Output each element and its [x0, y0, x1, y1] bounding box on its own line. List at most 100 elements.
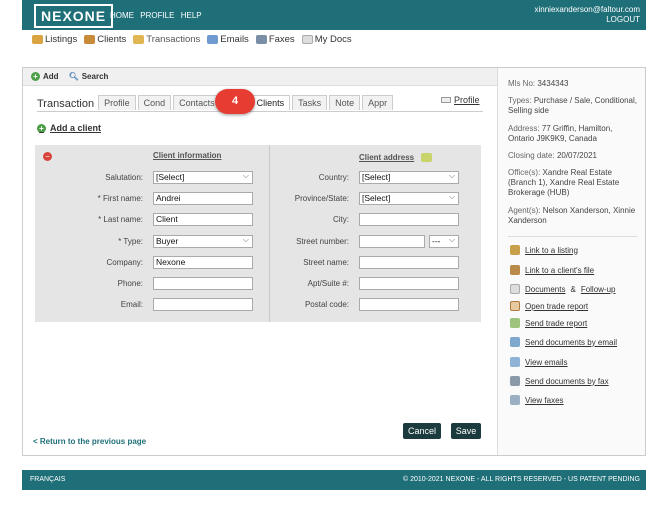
tab-clients[interactable]: Clients	[250, 95, 291, 110]
nav-faxes[interactable]: Faxes	[255, 34, 295, 45]
view-faxes-link[interactable]: View faxes	[510, 395, 564, 405]
link-to-client-file-label: Link to a client's file	[525, 265, 595, 275]
folder-icon	[133, 35, 145, 44]
nav-mydocs-label: My Docs	[314, 34, 352, 45]
agents-label: Agent(s):	[508, 206, 541, 215]
client-file-icon	[510, 265, 520, 275]
add-client-link[interactable]: + Add a client	[37, 123, 101, 133]
add-label: Add	[43, 72, 59, 81]
nav-home[interactable]: HOME	[110, 11, 134, 20]
apt-label: Apt/Suite #:	[307, 279, 349, 288]
company-field[interactable]: Nexone	[153, 256, 253, 269]
province-select[interactable]: [Select]	[359, 191, 459, 205]
search-label: Search	[81, 72, 109, 81]
street-name-label: Street name:	[303, 258, 349, 267]
city-field[interactable]	[359, 213, 459, 226]
profile-link[interactable]: Profile	[441, 95, 480, 105]
type-select[interactable]: Buyer	[153, 234, 253, 248]
address-info: Address: 77 Griffin, Hamilton, Ontario J…	[508, 124, 638, 144]
tab-contacts[interactable]: Contacts	[173, 95, 221, 110]
client-form: − Client information Client address Salu…	[35, 145, 481, 322]
tab-note[interactable]: Note	[329, 95, 361, 110]
documents-label: Documents	[525, 284, 566, 294]
country-select[interactable]: [Select]	[359, 170, 459, 184]
search-button[interactable]: 🔍︎ Search	[69, 72, 109, 81]
send-report-icon	[510, 318, 520, 328]
last-name-label: * Last name:	[98, 215, 143, 224]
nav-clients-label: Clients	[97, 34, 127, 45]
tab-divider	[37, 111, 483, 112]
closing-label: Closing date:	[508, 151, 555, 160]
card-icon	[441, 97, 451, 103]
email-label: Email:	[120, 300, 143, 309]
company-label: Company:	[106, 258, 143, 267]
view-emails-link[interactable]: View emails	[510, 357, 568, 367]
sidebar-divider	[508, 236, 638, 237]
postal-code-field[interactable]	[359, 298, 459, 311]
nav-clients[interactable]: Clients	[84, 34, 126, 45]
open-trade-report-label: Open trade report	[525, 301, 589, 311]
offices-info: Office(s): Xandre Real Estate (Branch 1)…	[508, 168, 638, 198]
toolbar: + Add 🔍︎ Search	[23, 68, 497, 86]
tab-cond[interactable]: Cond	[137, 95, 172, 110]
view-emails-icon	[510, 357, 520, 367]
salutation-label: Salutation:	[105, 173, 143, 182]
send-documents-email-link[interactable]: Send documents by email	[510, 337, 617, 347]
link-to-listing-label: Link to a listing	[525, 245, 578, 255]
form-divider	[269, 145, 270, 322]
nav-faxes-label: Faxes	[268, 34, 295, 45]
address-label: Address:	[508, 124, 540, 133]
first-name-field[interactable]: Andrei	[153, 192, 253, 205]
nav-mydocs[interactable]: My Docs	[301, 34, 352, 45]
ampersand: &	[570, 284, 576, 294]
offices-label: Office(s):	[508, 168, 541, 177]
logout-link[interactable]: LOGOUT	[534, 15, 640, 25]
nexone-logo[interactable]: NEXONE	[34, 4, 114, 28]
street-suffix-select[interactable]: ---	[429, 234, 459, 248]
street-number-field[interactable]	[359, 235, 425, 248]
postal-code-label: Postal code:	[304, 300, 349, 309]
email-field[interactable]	[153, 298, 253, 311]
nav-help[interactable]: HELP	[181, 11, 202, 20]
tab-profile[interactable]: Profile	[98, 95, 136, 110]
link-to-listing[interactable]: Link to a listing	[510, 245, 578, 255]
phone-label: Phone:	[117, 279, 143, 288]
fax-icon	[255, 35, 267, 44]
link-to-client-file[interactable]: Link to a client's file	[510, 265, 594, 275]
add-button[interactable]: + Add	[31, 72, 59, 81]
return-previous-link[interactable]: < Return to the previous page	[33, 437, 146, 446]
closing-value: 20/07/2021	[556, 151, 597, 160]
last-name-field[interactable]: Client	[153, 213, 253, 226]
open-trade-report-link[interactable]: Open trade report	[510, 301, 588, 311]
documents-followup-link[interactable]: Documents & Follow-up	[510, 284, 616, 294]
cancel-button[interactable]: Cancel	[403, 423, 441, 439]
apt-field[interactable]	[359, 277, 459, 290]
nav-transactions[interactable]: Transactions	[133, 34, 200, 45]
first-name-label: * First name:	[97, 194, 143, 203]
tab-appr[interactable]: Appr	[362, 95, 394, 110]
nav-profile[interactable]: PROFILE	[140, 11, 174, 20]
footer: FRANÇAIS © 2010-2021 NEXONE - ALL RIGHTS…	[22, 470, 646, 490]
email-docs-icon	[510, 337, 520, 347]
send-documents-fax-link[interactable]: Send documents by fax	[510, 376, 609, 386]
nav-listings[interactable]: Listings	[32, 34, 77, 45]
open-report-icon	[510, 301, 520, 311]
city-label: City:	[333, 215, 349, 224]
send-trade-report-link[interactable]: Send trade report	[510, 318, 587, 328]
tab-tasks[interactable]: Tasks	[292, 95, 328, 110]
map-arrow-icon	[421, 153, 432, 162]
envelope-icon	[207, 35, 219, 44]
nav-emails[interactable]: Emails	[207, 34, 249, 45]
people-icon	[84, 35, 96, 44]
remove-client-icon[interactable]: −	[43, 152, 52, 161]
language-link[interactable]: FRANÇAIS	[30, 476, 65, 483]
street-name-field[interactable]	[359, 256, 459, 269]
salutation-select[interactable]: [Select]	[153, 170, 253, 184]
top-nav: HOME PROFILE HELP	[110, 11, 206, 20]
phone-field[interactable]	[153, 277, 253, 290]
view-faxes-icon	[510, 395, 520, 405]
types-label: Types:	[508, 96, 532, 105]
main-nav: Listings Clients Transactions Emails Fax…	[32, 34, 352, 45]
save-button[interactable]: Save	[451, 423, 481, 439]
plus-icon: +	[37, 123, 46, 133]
